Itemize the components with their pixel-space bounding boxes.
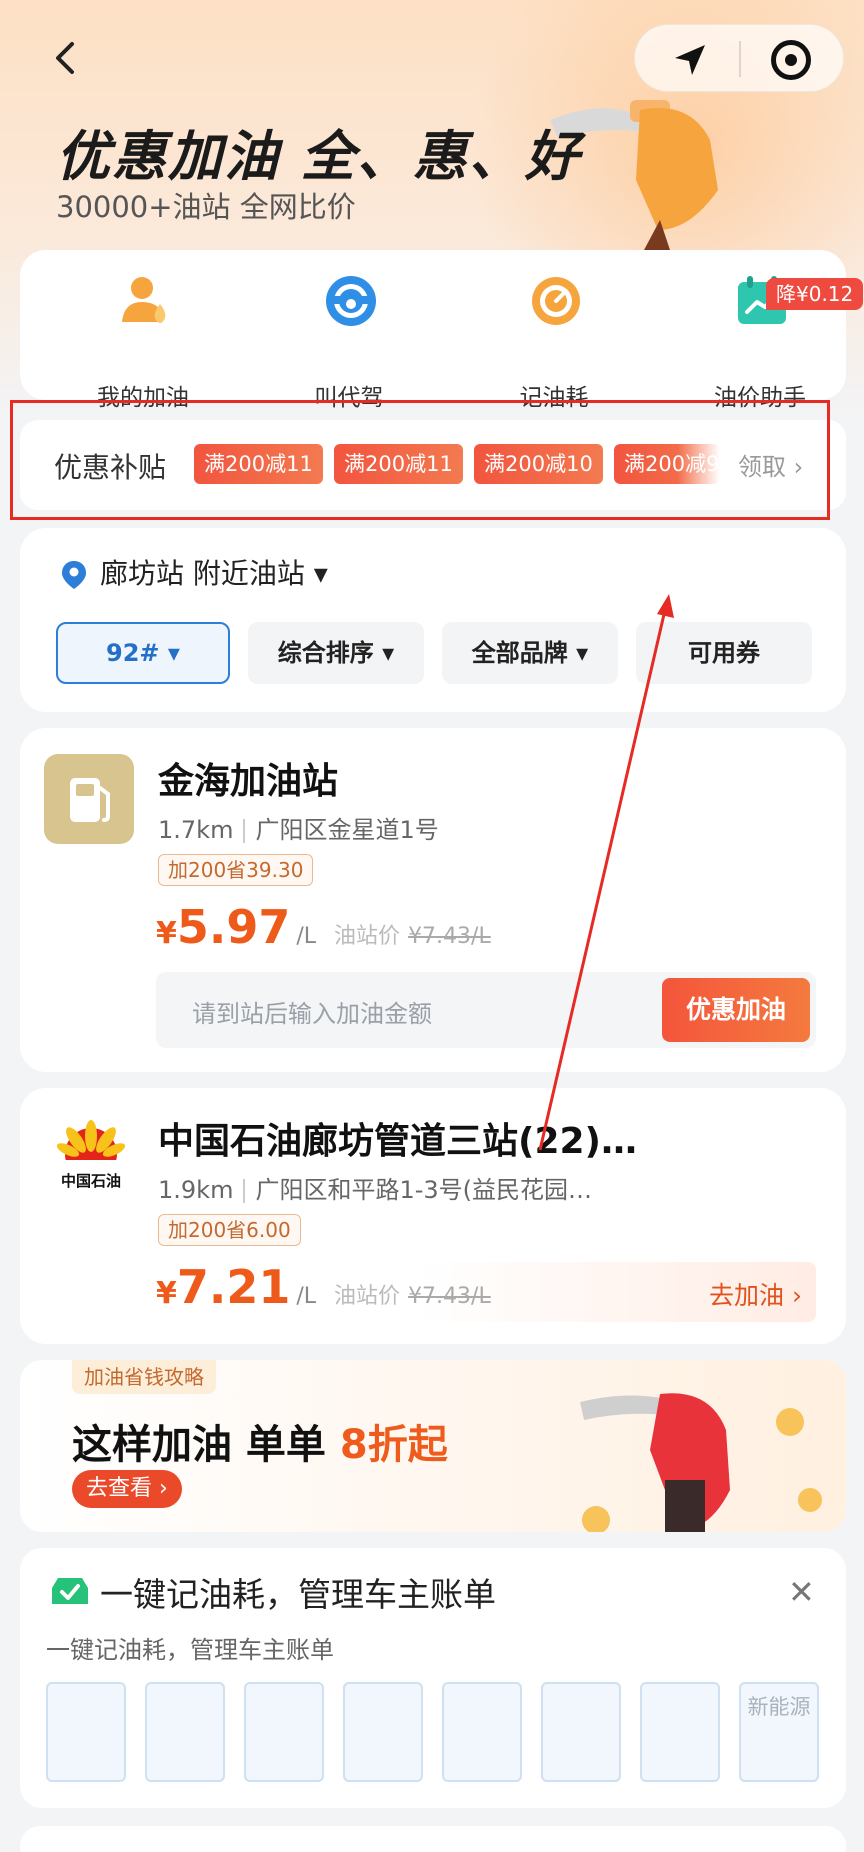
- banner-title-text: 这样加油 单单: [72, 1422, 340, 1468]
- price-value: 7.21: [176, 1260, 291, 1314]
- original-price-label: 油站价: [334, 1284, 401, 1309]
- fuel-log-card: 一键记油耗，管理车主账单 ✕ 一键记油耗，管理车主账单 新能源: [20, 1548, 846, 1808]
- plate-input-box[interactable]: [640, 1682, 720, 1782]
- plate-input-box[interactable]: [46, 1682, 126, 1782]
- view-button[interactable]: 去查看 ›: [72, 1470, 182, 1508]
- plate-input-box[interactable]: [145, 1682, 225, 1782]
- station-price: ¥7.21/L 油站价 ¥7.43/L: [156, 1260, 491, 1314]
- banner-title: 这样加油 单单 8折起: [72, 1412, 448, 1470]
- fuel-log-subtitle: 一键记油耗，管理车主账单: [46, 1636, 334, 1664]
- next-card-peek: [20, 1826, 846, 1852]
- plate-input-box[interactable]: [343, 1682, 423, 1782]
- new-energy-plate-box[interactable]: 新能源: [739, 1682, 819, 1782]
- savings-tag: 加200省6.00: [158, 1214, 301, 1246]
- price-unit: /L: [296, 1284, 317, 1309]
- plate-input-box[interactable]: [541, 1682, 621, 1782]
- car-check-icon: [52, 1578, 88, 1604]
- fuel-log-title: 一键记油耗，管理车主账单: [100, 1575, 496, 1614]
- annotation-arrow: [538, 594, 674, 1151]
- savings-banner[interactable]: 加油省钱攻略 这样加油 单单 8折起 去查看 ›: [20, 1360, 846, 1532]
- banner-tag: 加油省钱攻略: [72, 1360, 216, 1394]
- close-icon[interactable]: ✕: [788, 1576, 815, 1608]
- currency-symbol: ¥: [156, 1276, 177, 1311]
- plate-input-box[interactable]: [442, 1682, 522, 1782]
- original-price: ¥7.43/L: [408, 1284, 491, 1309]
- plate-input-box[interactable]: [244, 1682, 324, 1782]
- red-nozzle-illustration: [580, 1393, 822, 1532]
- go-refuel-label: 去加油 ›: [709, 1281, 802, 1310]
- banner-highlight: 8折起: [339, 1422, 448, 1468]
